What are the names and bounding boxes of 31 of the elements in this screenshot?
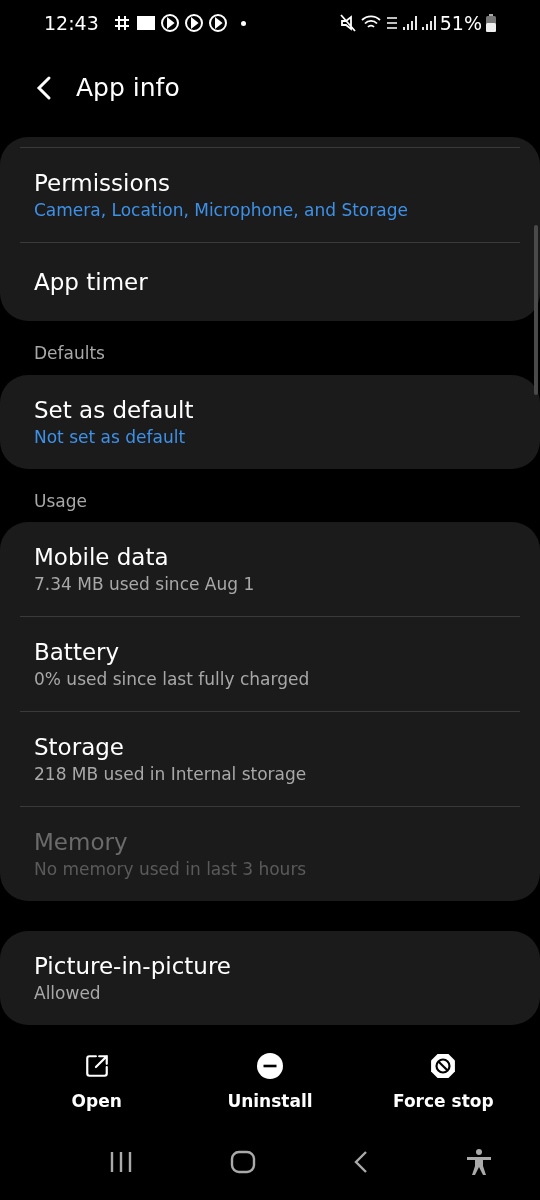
settings-item[interactable]: Mobile data 7.34 MB used since Aug 1 xyxy=(34,522,506,616)
home-button[interactable] xyxy=(229,1150,256,1175)
recent-apps-button[interactable] xyxy=(108,1150,133,1175)
battery-percent: 51% xyxy=(439,10,482,36)
play-circle-icon xyxy=(184,14,203,32)
battery-icon xyxy=(486,14,496,32)
settings-item[interactable]: Permissions Camera, Location, Microphone, and Storage xyxy=(34,148,506,242)
settings-item[interactable]: Picture-in-picture Allowed xyxy=(34,931,506,1025)
status-time: 12:43 xyxy=(44,10,99,36)
back-nav-button[interactable] xyxy=(352,1150,369,1175)
play-circle-icon xyxy=(160,14,179,32)
signal-icon xyxy=(421,15,436,31)
section-heading: Defaults xyxy=(33,342,106,365)
hash-icon xyxy=(112,14,131,32)
settings-item[interactable]: Battery 0% used since last fully charged xyxy=(34,617,506,711)
stop-sign-icon xyxy=(430,1053,457,1079)
minus-circle-icon xyxy=(257,1053,283,1079)
settings-item[interactable]: App timer xyxy=(34,243,506,321)
settings-item[interactable]: Set as default Not set as default xyxy=(34,374,506,469)
signal-icon xyxy=(402,15,417,31)
action-button[interactable]: Uninstall xyxy=(183,1043,357,1125)
action-button[interactable]: Force stop xyxy=(356,1043,530,1125)
mute-icon xyxy=(339,14,356,32)
action-button[interactable]: Open xyxy=(10,1043,184,1125)
settings-item[interactable]: Storage 218 MB used in Internal storage xyxy=(34,712,506,806)
dot-icon xyxy=(240,20,246,26)
page-title: App info xyxy=(76,72,180,105)
open-external-icon xyxy=(83,1053,110,1079)
accessibility-button[interactable] xyxy=(465,1148,492,1177)
section-heading: Usage xyxy=(33,489,88,513)
play-circle-icon xyxy=(208,14,227,32)
